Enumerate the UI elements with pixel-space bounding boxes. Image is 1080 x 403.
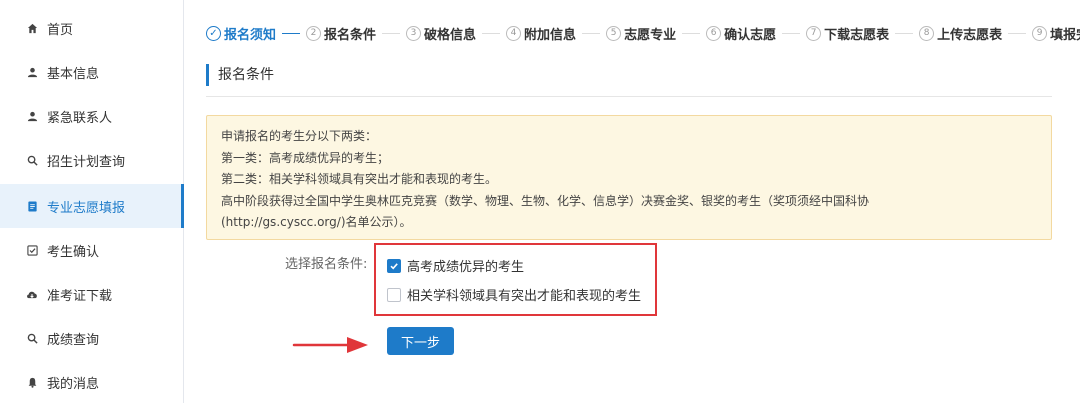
- document-icon: [26, 200, 38, 212]
- step-number: 7: [806, 25, 822, 41]
- step-3: 3 破格信息: [406, 24, 476, 43]
- step-number: 9: [1032, 25, 1048, 41]
- highlight-box: [374, 243, 657, 316]
- step-7: 7 下载志愿表: [806, 24, 889, 43]
- sidebar-item-label: 招生计划查询: [47, 154, 126, 170]
- step-5: 5 志愿专业: [606, 24, 676, 43]
- step-label: 上传志愿表: [937, 27, 1003, 43]
- sidebar-item-label: 首页: [47, 22, 74, 38]
- progress-steps: ✓ 报名须知 2 报名条件 3 破格信息 4 附加信息 5 志愿专业 6 确认志…: [206, 22, 1080, 44]
- step-9: 9 填报完成: [1032, 24, 1080, 43]
- sidebar-item-home[interactable]: 首页: [0, 6, 184, 50]
- check-icon: ✓: [206, 25, 221, 41]
- step-label: 报名条件: [324, 27, 377, 43]
- option-excellent-score[interactable]: 高考成绩优异的考生: [387, 256, 524, 275]
- sidebar-item-messages[interactable]: 我的消息: [0, 360, 184, 403]
- sidebar-item-label: 紧急联系人: [47, 110, 113, 126]
- step-number: 6: [706, 25, 722, 41]
- step-divider: [282, 32, 301, 34]
- notice-line: 申请报名的考生分以下两类：: [221, 129, 378, 143]
- home-icon: [26, 22, 38, 34]
- step-number: 4: [506, 25, 522, 41]
- sidebar-item-enrollment-plan[interactable]: 招生计划查询: [0, 138, 184, 182]
- step-1: ✓ 报名须知: [206, 24, 276, 43]
- search-icon: [26, 332, 38, 344]
- notice-line: 高中阶段获得过全国中学生奥林匹克竞赛（数学、物理、生物、化学、信息学）决赛金奖、…: [221, 193, 870, 208]
- option-label: 相关学科领域具有突出才能和表现的考生: [407, 289, 642, 304]
- sidebar: 首页 基本信息 紧急联系人 招生计划查询 专业志愿填报 考生确认 准考证下载 成…: [0, 0, 184, 403]
- checkbox-icon: [26, 244, 38, 256]
- sidebar-item-label: 专业志愿填报: [47, 200, 126, 216]
- step-label: 附加信息: [524, 27, 577, 43]
- sidebar-item-major-application[interactable]: 专业志愿填报: [0, 184, 184, 228]
- cloud-download-icon: [26, 288, 38, 300]
- notice-line: 第一类：高考成绩优异的考生；: [221, 150, 390, 165]
- option-outstanding-talent[interactable]: 相关学科领域具有突出才能和表现的考生: [387, 285, 641, 304]
- step-number: 5: [606, 25, 622, 41]
- sidebar-item-candidate-confirm[interactable]: 考生确认: [0, 228, 184, 272]
- divider: [206, 96, 1052, 97]
- step-6: 6 确认志愿: [706, 24, 776, 43]
- sidebar-item-label: 我的消息: [47, 376, 100, 392]
- notice-line: 第二类：相关学科领域具有突出才能和表现的考生。: [221, 172, 498, 186]
- step-divider: [782, 32, 801, 34]
- step-label: 报名须知: [224, 27, 277, 43]
- checkbox-unchecked[interactable]: [387, 287, 401, 302]
- search-icon: [26, 154, 38, 166]
- step-divider: [895, 32, 914, 34]
- option-label: 高考成绩优异的考生: [407, 260, 525, 275]
- notice-line: (http://gs.cyscc.org/)名单公示）。: [221, 215, 412, 229]
- checkbox-checked[interactable]: [387, 258, 401, 273]
- user-icon: [26, 110, 38, 122]
- sidebar-item-label: 基本信息: [47, 66, 100, 82]
- step-4: 4 附加信息: [506, 24, 576, 43]
- step-2: 2 报名条件: [306, 24, 376, 43]
- step-number: 8: [919, 25, 935, 41]
- step-label: 填报完成: [1050, 27, 1080, 43]
- sidebar-item-label: 准考证下载: [47, 288, 113, 304]
- sidebar-item-admission-ticket[interactable]: 准考证下载: [0, 272, 184, 316]
- user-icon: [26, 66, 38, 78]
- step-divider: [382, 32, 401, 34]
- sidebar-item-emergency-contact[interactable]: 紧急联系人: [0, 94, 184, 138]
- step-label: 下载志愿表: [824, 27, 890, 43]
- sidebar-item-label: 成绩查询: [47, 332, 100, 348]
- step-label: 破格信息: [424, 27, 477, 43]
- notice-box: 申请报名的考生分以下两类： 第一类：高考成绩优异的考生； 第二类：相关学科领域具…: [206, 115, 1052, 240]
- bell-icon: [26, 376, 38, 388]
- next-step-button[interactable]: 下一步: [387, 327, 454, 355]
- step-label: 志愿专业: [624, 27, 677, 43]
- step-divider: [482, 32, 501, 34]
- step-number: 3: [406, 25, 422, 41]
- sidebar-item-score-query[interactable]: 成绩查询: [0, 316, 184, 360]
- check-icon: [390, 262, 398, 269]
- condition-label: 选择报名条件:: [285, 257, 368, 272]
- step-divider: [582, 32, 601, 34]
- section-title: 报名条件: [206, 64, 274, 86]
- red-arrow-icon: [292, 337, 368, 353]
- sidebar-item-basic-info[interactable]: 基本信息: [0, 50, 184, 94]
- sidebar-item-label: 考生确认: [47, 244, 100, 260]
- step-number: 2: [306, 25, 322, 41]
- step-8: 8 上传志愿表: [919, 24, 1002, 43]
- step-divider: [1008, 32, 1027, 34]
- step-label: 确认志愿: [724, 27, 777, 43]
- step-divider: [682, 32, 701, 34]
